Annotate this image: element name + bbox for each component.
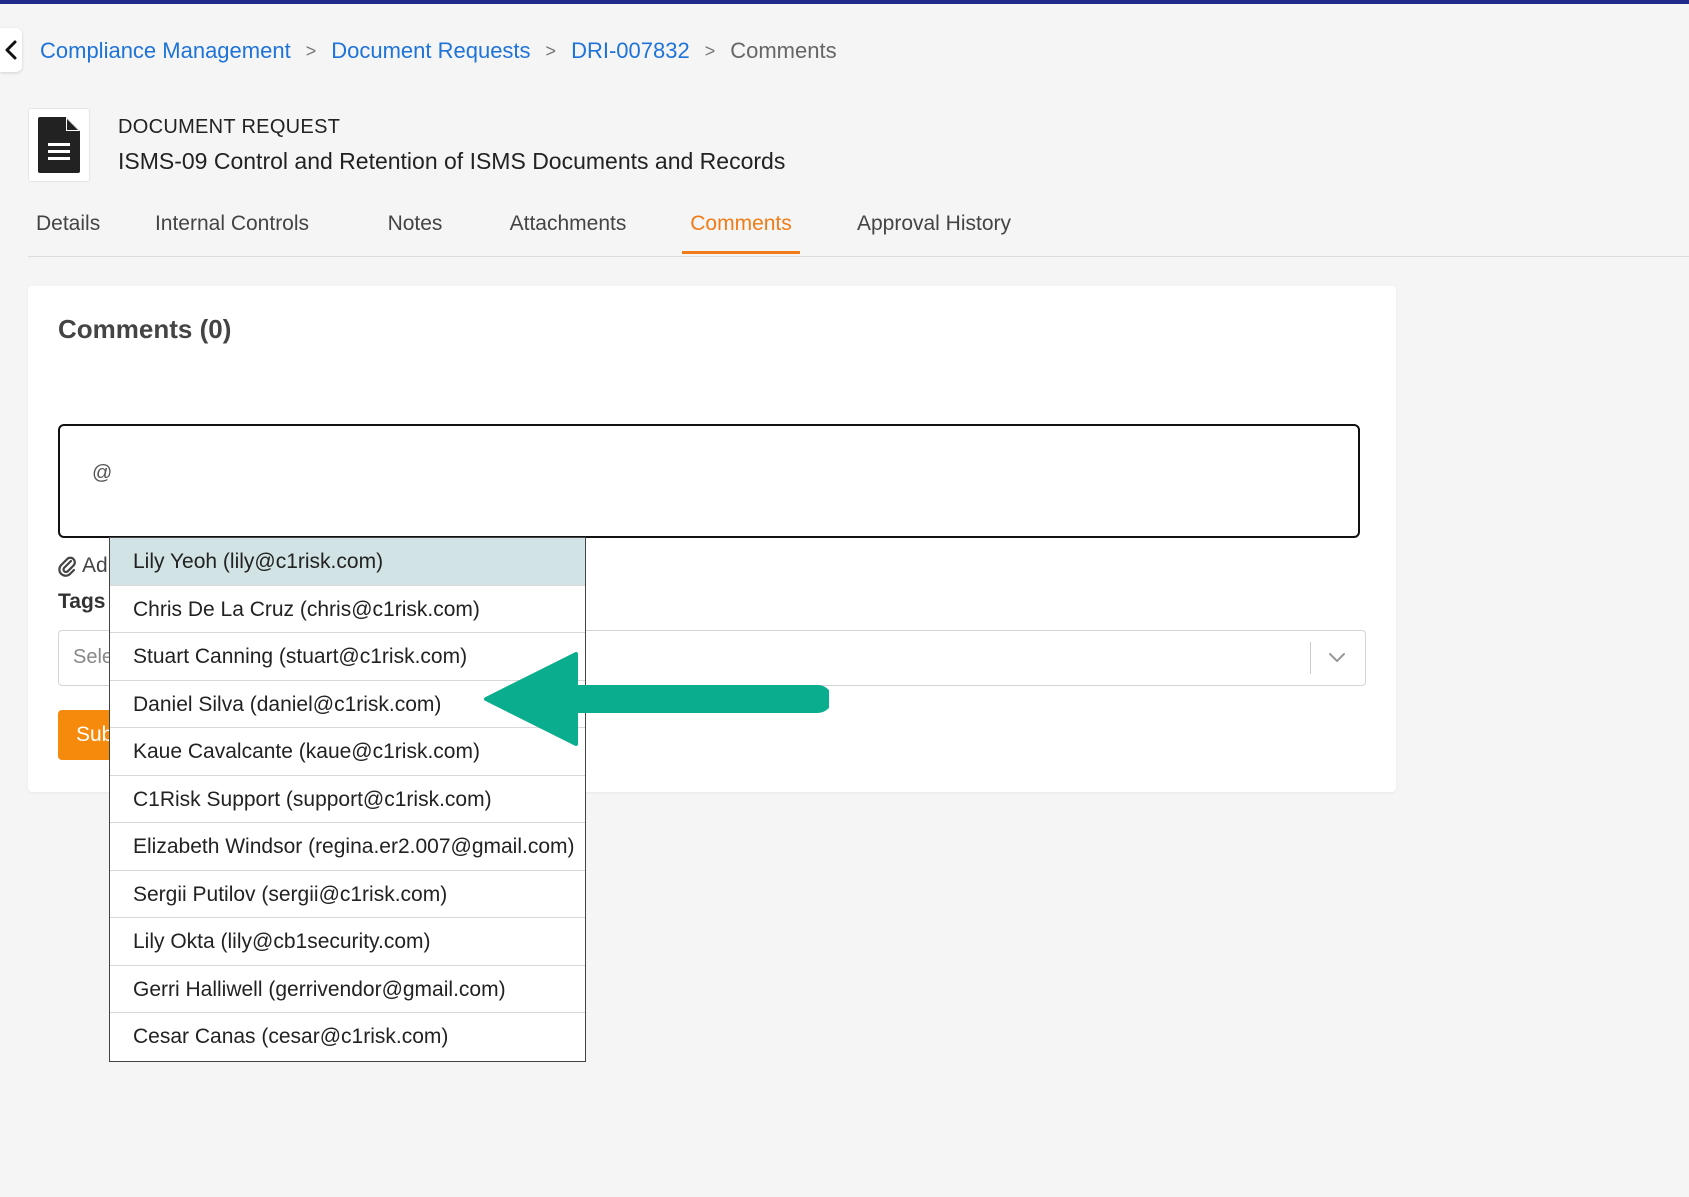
add-attachment-link[interactable]: Ad <box>58 554 108 578</box>
tab-comments[interactable]: Comments <box>682 204 800 254</box>
mention-option[interactable]: Cesar Canas (cesar@c1risk.com) <box>110 1013 585 1061</box>
tab-attachments[interactable]: Attachments <box>506 204 630 254</box>
document-icon-tile <box>28 108 90 182</box>
chevron-down-icon[interactable] <box>1327 647 1347 667</box>
breadcrumb-separator: > <box>704 40 716 61</box>
chevron-left-icon <box>5 40 17 60</box>
mention-option[interactable]: Chris De La Cruz (chris@c1risk.com) <box>110 586 585 633</box>
breadcrumb-document-requests[interactable]: Document Requests <box>331 38 530 64</box>
mention-option[interactable]: Lily Yeoh (lily@c1risk.com) <box>110 538 585 586</box>
breadcrumb-separator: > <box>305 40 317 61</box>
mention-option[interactable]: C1Risk Support (support@c1risk.com) <box>110 776 585 823</box>
breadcrumb-request-id[interactable]: DRI-007832 <box>571 38 690 64</box>
breadcrumb-separator: > <box>545 40 557 61</box>
tags-label: Tags <box>58 590 106 613</box>
mention-option[interactable]: Sergii Putilov (sergii@c1risk.com) <box>110 871 585 918</box>
tags-placeholder: Sele <box>73 646 114 668</box>
back-button[interactable] <box>0 28 22 72</box>
breadcrumb-current: Comments <box>730 38 837 63</box>
comments-title: Comments (0) <box>58 314 232 344</box>
page-title: ISMS-09 Control and Retention of ISMS Do… <box>118 148 786 174</box>
comment-input[interactable]: @ <box>58 424 1360 538</box>
submit-button-label: Sub <box>76 723 114 746</box>
paperclip-icon <box>58 556 76 577</box>
breadcrumb: Compliance Management > Document Request… <box>40 36 837 66</box>
tab-notes[interactable]: Notes <box>386 204 444 254</box>
record-type-label: DOCUMENT REQUEST <box>118 116 341 138</box>
mention-option[interactable]: Gerri Halliwell (gerrivendor@gmail.com) <box>110 966 585 1013</box>
annotation-arrow-icon <box>484 652 829 746</box>
mention-option[interactable]: Elizabeth Windsor (regina.er2.007@gmail.… <box>110 823 585 871</box>
tab-details[interactable]: Details <box>36 204 100 254</box>
tab-approval-history[interactable]: Approval History <box>852 204 1016 254</box>
mention-dropdown: Lily Yeoh (lily@c1risk.com) Chris De La … <box>109 537 586 1062</box>
breadcrumb-compliance-management[interactable]: Compliance Management <box>40 38 291 64</box>
select-divider <box>1310 642 1311 674</box>
mention-option[interactable]: Lily Okta (lily@cb1security.com) <box>110 918 585 966</box>
comment-input-value: @ <box>92 462 113 484</box>
tab-internal-controls[interactable]: Internal Controls <box>152 204 312 254</box>
tab-bar: Details Internal Controls Notes Attachme… <box>28 204 1689 257</box>
document-icon <box>38 117 80 173</box>
add-attachment-label: Ad <box>82 554 108 577</box>
top-accent-bar <box>0 0 1689 4</box>
